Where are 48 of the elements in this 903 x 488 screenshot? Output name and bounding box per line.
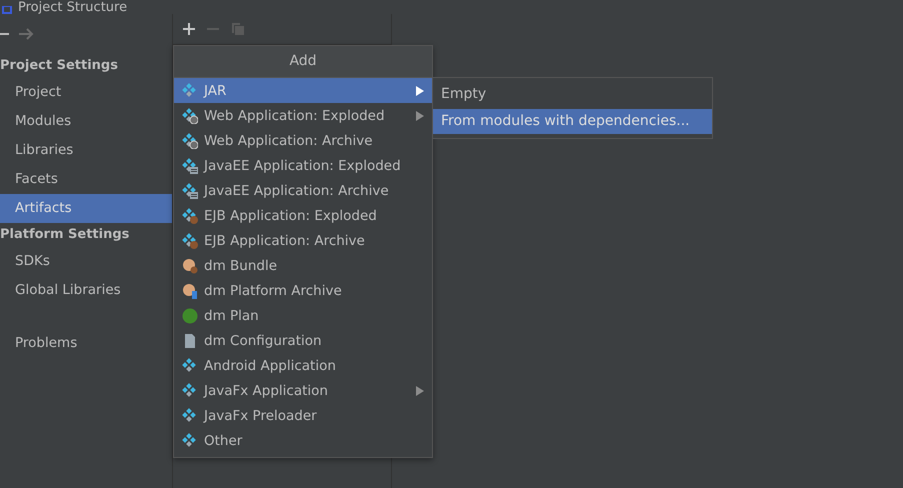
artifact-bean-icon: [182, 232, 198, 248]
artifact-bean-icon: [182, 208, 198, 224]
menu-item[interactable]: dm Plan: [174, 303, 432, 328]
document-icon: [182, 332, 198, 348]
menu-item[interactable]: Other: [174, 428, 432, 453]
sidebar-item[interactable]: Project: [0, 78, 172, 107]
sidebar-item[interactable]: Global Libraries: [0, 276, 172, 305]
section-heading: Platform Settings: [0, 226, 130, 244]
sphere-icon: [182, 308, 198, 324]
artifact-icon: [182, 382, 198, 398]
sidebar-item[interactable]: Problems: [0, 329, 172, 358]
sidebar-item[interactable]: SDKs: [0, 247, 172, 276]
menu-item[interactable]: dm Configuration: [174, 328, 432, 353]
artifact-icon: [182, 358, 198, 374]
menu-item[interactable]: From modules with dependencies...: [433, 109, 712, 134]
sidebar-item[interactable]: Modules: [0, 107, 172, 136]
artifact-icon: [182, 82, 198, 98]
artifact-document-icon: [182, 158, 198, 174]
menu-item[interactable]: JavaEE Application: Archive: [174, 178, 432, 203]
artifact-globe-icon: [182, 132, 198, 148]
menu-item[interactable]: dm Platform Archive: [174, 278, 432, 303]
menu-item[interactable]: JavaEE Application: Exploded: [174, 153, 432, 178]
menu-item[interactable]: dm Bundle: [174, 253, 432, 278]
sidebar-item[interactable]: Libraries: [0, 136, 172, 165]
menu-title: Add: [174, 46, 432, 78]
artifact-globe-icon: [182, 108, 198, 124]
bundle-bottle-icon: [182, 282, 198, 298]
menu-item[interactable]: Android Application: [174, 353, 432, 378]
window-title: Project Structure: [18, 1, 128, 14]
menu-item[interactable]: EJB Application: Archive: [174, 228, 432, 253]
menu-item[interactable]: Empty: [433, 82, 712, 107]
menu-item[interactable]: Web Application: Exploded: [174, 103, 432, 128]
menu-item[interactable]: Web Application: Archive: [174, 128, 432, 153]
sidebar-item[interactable]: Artifacts: [0, 194, 172, 223]
artifact-document-icon: [182, 182, 198, 198]
app-icon: [2, 6, 12, 14]
artifact-icon: [182, 432, 198, 448]
section-heading: Project Settings: [0, 57, 119, 75]
bundle-icon: [182, 258, 198, 274]
artifact-icon: [182, 408, 198, 424]
menu-item[interactable]: JAR: [174, 78, 432, 103]
copy-icon[interactable]: [231, 22, 245, 36]
menu-item[interactable]: EJB Application: Exploded: [174, 203, 432, 228]
add-icon[interactable]: [183, 23, 195, 35]
menu-item[interactable]: JavaFx Preloader: [174, 403, 432, 428]
sidebar-item[interactable]: Facets: [0, 165, 172, 194]
menu-item[interactable]: JavaFx Application: [174, 378, 432, 403]
forward-arrow-icon[interactable]: [18, 27, 34, 41]
